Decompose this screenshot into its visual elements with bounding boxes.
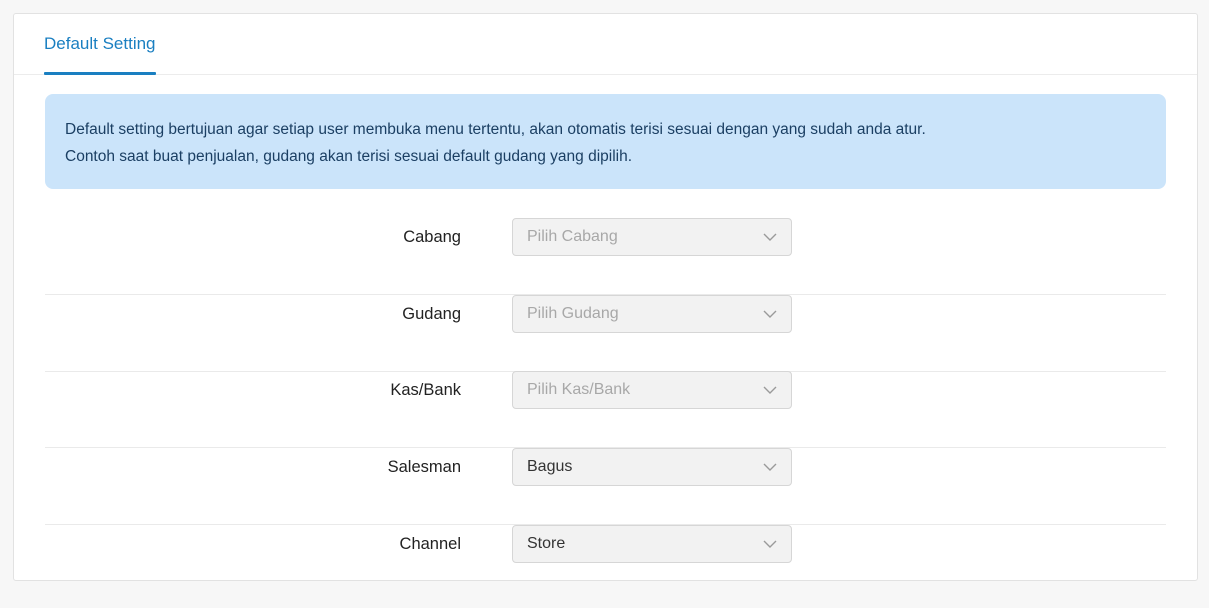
channel-select[interactable]: Store bbox=[512, 525, 792, 563]
chevron-down-icon bbox=[763, 310, 777, 318]
chevron-down-icon bbox=[763, 540, 777, 548]
gudang-select[interactable]: Pilih Gudang bbox=[512, 295, 792, 333]
cabang-label: Cabang bbox=[403, 228, 461, 246]
tab-default-setting[interactable]: Default Setting bbox=[44, 14, 156, 75]
form-row-channel: Channel Store bbox=[45, 525, 1166, 602]
form-row-cabang: Cabang Pilih Cabang bbox=[45, 218, 1166, 295]
tab-bar: Default Setting bbox=[14, 14, 1197, 75]
kas-bank-select[interactable]: Pilih Kas/Bank bbox=[512, 371, 792, 409]
info-text-line-1: Default setting bertujuan agar setiap us… bbox=[65, 121, 926, 138]
chevron-down-icon bbox=[763, 463, 777, 471]
salesman-select[interactable]: Bagus bbox=[512, 448, 792, 486]
salesman-select-value: Bagus bbox=[527, 458, 573, 475]
cabang-select-placeholder: Pilih Cabang bbox=[527, 228, 618, 245]
cabang-select[interactable]: Pilih Cabang bbox=[512, 218, 792, 256]
chevron-down-icon bbox=[763, 233, 777, 241]
salesman-label: Salesman bbox=[387, 458, 461, 476]
channel-select-value: Store bbox=[527, 535, 566, 552]
gudang-select-placeholder: Pilih Gudang bbox=[527, 305, 619, 322]
form-row-kas-bank: Kas/Bank Pilih Kas/Bank bbox=[45, 371, 1166, 448]
active-tab-indicator bbox=[44, 72, 156, 75]
info-text-line-2: Contoh saat buat penjualan, gudang akan … bbox=[65, 148, 633, 165]
form-row-gudang: Gudang Pilih Gudang bbox=[45, 295, 1166, 372]
channel-label: Channel bbox=[399, 535, 461, 553]
gudang-label: Gudang bbox=[402, 305, 461, 323]
kas-bank-select-placeholder: Pilih Kas/Bank bbox=[527, 381, 631, 398]
form-row-salesman: Salesman Bagus bbox=[45, 448, 1166, 525]
info-alert: Default setting bertujuan agar setiap us… bbox=[45, 94, 1166, 189]
kas-bank-label: Kas/Bank bbox=[390, 381, 461, 399]
tab-label: Default Setting bbox=[44, 34, 156, 53]
default-setting-card: Default Setting Default setting bertujua… bbox=[13, 13, 1198, 581]
chevron-down-icon bbox=[763, 386, 777, 394]
